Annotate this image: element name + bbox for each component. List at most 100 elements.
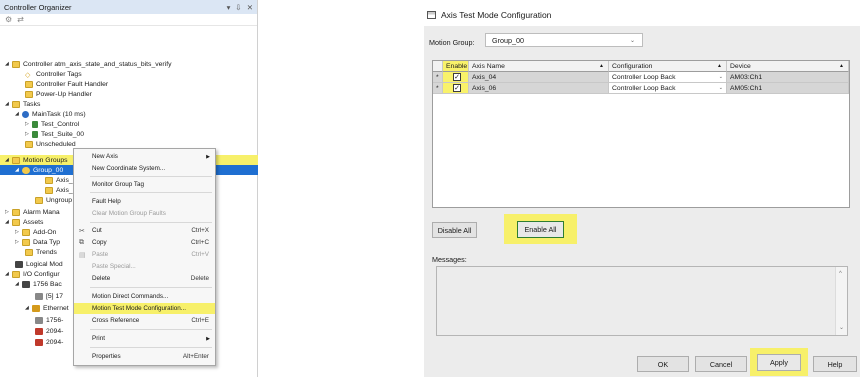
organizer-toolbar: ⚙ ⇄ bbox=[0, 14, 257, 26]
submenu-arrow-icon: ▶ bbox=[206, 153, 210, 160]
properties-icon[interactable]: ⚙ bbox=[5, 15, 12, 24]
menu-item-monitor-group-tag[interactable]: Monitor Group Tag bbox=[74, 179, 215, 190]
menu-item-clear-faults: Clear Motion Group Faults bbox=[74, 208, 215, 219]
tree-item-data-types[interactable]: ▷ Data Typ bbox=[15, 237, 60, 247]
clock-icon bbox=[22, 110, 29, 118]
expand-icon[interactable]: ▷ bbox=[25, 131, 32, 137]
axis-name-cell[interactable]: Axis_06 bbox=[469, 83, 609, 94]
menu-item-new-axis[interactable]: New Axis ▶ bbox=[74, 151, 215, 162]
tree-item-axis[interactable]: Axis_ bbox=[45, 175, 73, 185]
tree-item-test-control[interactable]: ▷ Test_Control bbox=[25, 119, 79, 129]
collapse-icon[interactable]: ◢ bbox=[5, 271, 12, 277]
tree-item-ethernet[interactable]: ◢ Ethernet bbox=[25, 303, 69, 313]
column-header-axis-name[interactable]: Axis Name ▲ bbox=[469, 61, 609, 72]
menu-item-motion-direct-commands[interactable]: Motion Direct Commands... bbox=[74, 291, 215, 302]
column-header-device[interactable]: Device ▲ bbox=[727, 61, 849, 72]
motion-group-select[interactable]: Group_00 ⌄ bbox=[485, 33, 643, 47]
column-header-configuration[interactable]: Configuration ▲ bbox=[609, 61, 727, 72]
dialog-title: Axis Test Mode Configuration bbox=[441, 10, 552, 20]
collapse-icon[interactable]: ◢ bbox=[5, 101, 12, 107]
tree-item-assets[interactable]: ◢ Assets bbox=[5, 217, 43, 227]
device-cell[interactable]: AM03:Ch1 bbox=[727, 72, 849, 83]
menu-item-copy[interactable]: ⧉ Copy Ctrl+C bbox=[74, 237, 215, 248]
tree-item-slot-5[interactable]: [5] 17 bbox=[35, 291, 63, 301]
enable-cell[interactable]: ✓ bbox=[443, 72, 469, 83]
button-label: OK bbox=[657, 359, 669, 369]
messages-scrollbar[interactable]: ^ ⌄ bbox=[835, 267, 847, 335]
tree-item-controller[interactable]: ◢ Controller atm_axis_state_and_status_b… bbox=[5, 59, 171, 69]
tree-item-1756-backplane[interactable]: ◢ 1756 Bac bbox=[15, 279, 62, 289]
tree-item-trends[interactable]: Trends bbox=[25, 247, 57, 257]
disable-all-button[interactable]: Disable All bbox=[432, 222, 477, 238]
tree-item-axis[interactable]: Axis_ bbox=[45, 185, 73, 195]
collapse-icon[interactable]: ◢ bbox=[5, 61, 12, 67]
expand-icon[interactable]: ▷ bbox=[15, 229, 22, 235]
chevron-down-icon: ⌄ bbox=[629, 37, 635, 44]
close-icon[interactable]: ✕ bbox=[247, 3, 253, 12]
menu-item-print[interactable]: Print ▶ bbox=[74, 333, 215, 344]
tree-item-ungrouped[interactable]: Ungroup bbox=[35, 195, 72, 205]
configuration-cell[interactable]: Controller Loop Back ⌄ bbox=[609, 83, 727, 94]
menu-item-cut[interactable]: ✂ Cut Ctrl+X bbox=[74, 225, 215, 236]
folder-icon bbox=[12, 100, 20, 108]
cancel-button[interactable]: Cancel bbox=[695, 356, 747, 372]
scroll-down-icon[interactable]: ⌄ bbox=[839, 324, 844, 331]
enable-checkbox[interactable]: ✓ bbox=[453, 73, 461, 81]
tree-item-2094-drive[interactable]: 2094- bbox=[35, 337, 63, 347]
tree-item-controller-tags[interactable]: ◇ Controller Tags bbox=[25, 69, 82, 79]
collapse-icon[interactable]: ◢ bbox=[15, 111, 22, 117]
menu-item-label: Paste Special... bbox=[92, 263, 136, 270]
collapse-icon[interactable]: ◢ bbox=[15, 167, 22, 173]
tree-item-test-suite[interactable]: ▷ Test_Suite_00 bbox=[25, 129, 84, 139]
tree-item-io-configuration[interactable]: ◢ I/O Configur bbox=[5, 269, 60, 279]
pin-icon[interactable]: ⇩ bbox=[235, 3, 241, 12]
tree-item-1756-module[interactable]: 1756- bbox=[35, 315, 63, 325]
expand-icon[interactable]: ▷ bbox=[25, 121, 32, 127]
sync-icon[interactable]: ⇄ bbox=[17, 15, 24, 24]
tree-item-tasks[interactable]: ◢ Tasks bbox=[5, 99, 40, 109]
ok-button[interactable]: OK bbox=[637, 356, 689, 372]
tree-item-power-up-handler[interactable]: Power-Up Handler bbox=[25, 89, 92, 99]
controller-organizer-panel: Controller Organizer ▾ ⇩ ✕ ⚙ ⇄ ◢ Control… bbox=[0, 0, 258, 377]
row-marker[interactable]: * bbox=[433, 72, 443, 83]
help-button[interactable]: Help bbox=[813, 356, 857, 372]
expand-icon[interactable]: ▷ bbox=[5, 209, 12, 215]
expand-icon[interactable]: ▷ bbox=[15, 239, 22, 245]
collapse-icon[interactable]: ◢ bbox=[5, 157, 12, 163]
enable-checkbox[interactable]: ✓ bbox=[453, 84, 461, 92]
chevron-down-icon[interactable]: ⌄ bbox=[719, 85, 723, 91]
tree-item-group-00[interactable]: ◢ Group_00 bbox=[15, 165, 63, 175]
tree-item-motion-groups[interactable]: ◢ Motion Groups bbox=[5, 155, 68, 165]
enable-cell[interactable]: ✓ bbox=[443, 83, 469, 94]
dropdown-icon[interactable]: ▾ bbox=[227, 3, 231, 12]
tree-item-2094-drive[interactable]: 2094- bbox=[35, 326, 63, 336]
menu-item-cross-reference[interactable]: Cross Reference Ctrl+E bbox=[74, 315, 215, 326]
menu-item-new-coordinate-system[interactable]: New Coordinate System... bbox=[74, 163, 215, 174]
chevron-down-icon[interactable]: ⌄ bbox=[719, 74, 723, 80]
tree-item-add-on[interactable]: ▷ Add-On bbox=[15, 227, 56, 237]
tree-item-label: 2094- bbox=[46, 338, 64, 346]
enable-all-button[interactable]: Enable All bbox=[516, 220, 565, 238]
tree-item-label: Motion Groups bbox=[23, 156, 68, 164]
configuration-cell[interactable]: Controller Loop Back ⌄ bbox=[609, 72, 727, 83]
tree-item-label: MainTask (10 ms) bbox=[32, 110, 86, 118]
scroll-up-icon[interactable]: ^ bbox=[839, 271, 842, 277]
menu-item-fault-help[interactable]: Fault Help bbox=[74, 196, 215, 207]
column-header-enable[interactable]: Enable bbox=[443, 61, 469, 72]
collapse-icon[interactable]: ◢ bbox=[15, 281, 22, 287]
collapse-icon[interactable]: ◢ bbox=[25, 305, 32, 311]
apply-button[interactable]: Apply bbox=[757, 353, 801, 371]
menu-item-delete[interactable]: Delete Delete bbox=[74, 273, 215, 284]
device-cell[interactable]: AM05:Ch1 bbox=[727, 83, 849, 94]
module-icon bbox=[35, 316, 43, 324]
menu-item-motion-test-mode-configuration[interactable]: Motion Test Mode Configuration... bbox=[74, 303, 215, 314]
menu-item-properties[interactable]: Properties Alt+Enter bbox=[74, 351, 215, 362]
row-marker[interactable]: * bbox=[433, 83, 443, 94]
tree-item-maintask[interactable]: ◢ MainTask (10 ms) bbox=[15, 109, 86, 119]
collapse-icon[interactable]: ◢ bbox=[5, 219, 12, 225]
tree-item-alarm-manager[interactable]: ▷ Alarm Mana bbox=[5, 207, 60, 217]
tree-item-fault-handler[interactable]: Controller Fault Handler bbox=[25, 79, 108, 89]
axis-name-cell[interactable]: Axis_04 bbox=[469, 72, 609, 83]
tree-item-logical-model[interactable]: Logical Mod bbox=[15, 259, 63, 269]
tree-item-unscheduled[interactable]: Unscheduled bbox=[25, 139, 76, 149]
